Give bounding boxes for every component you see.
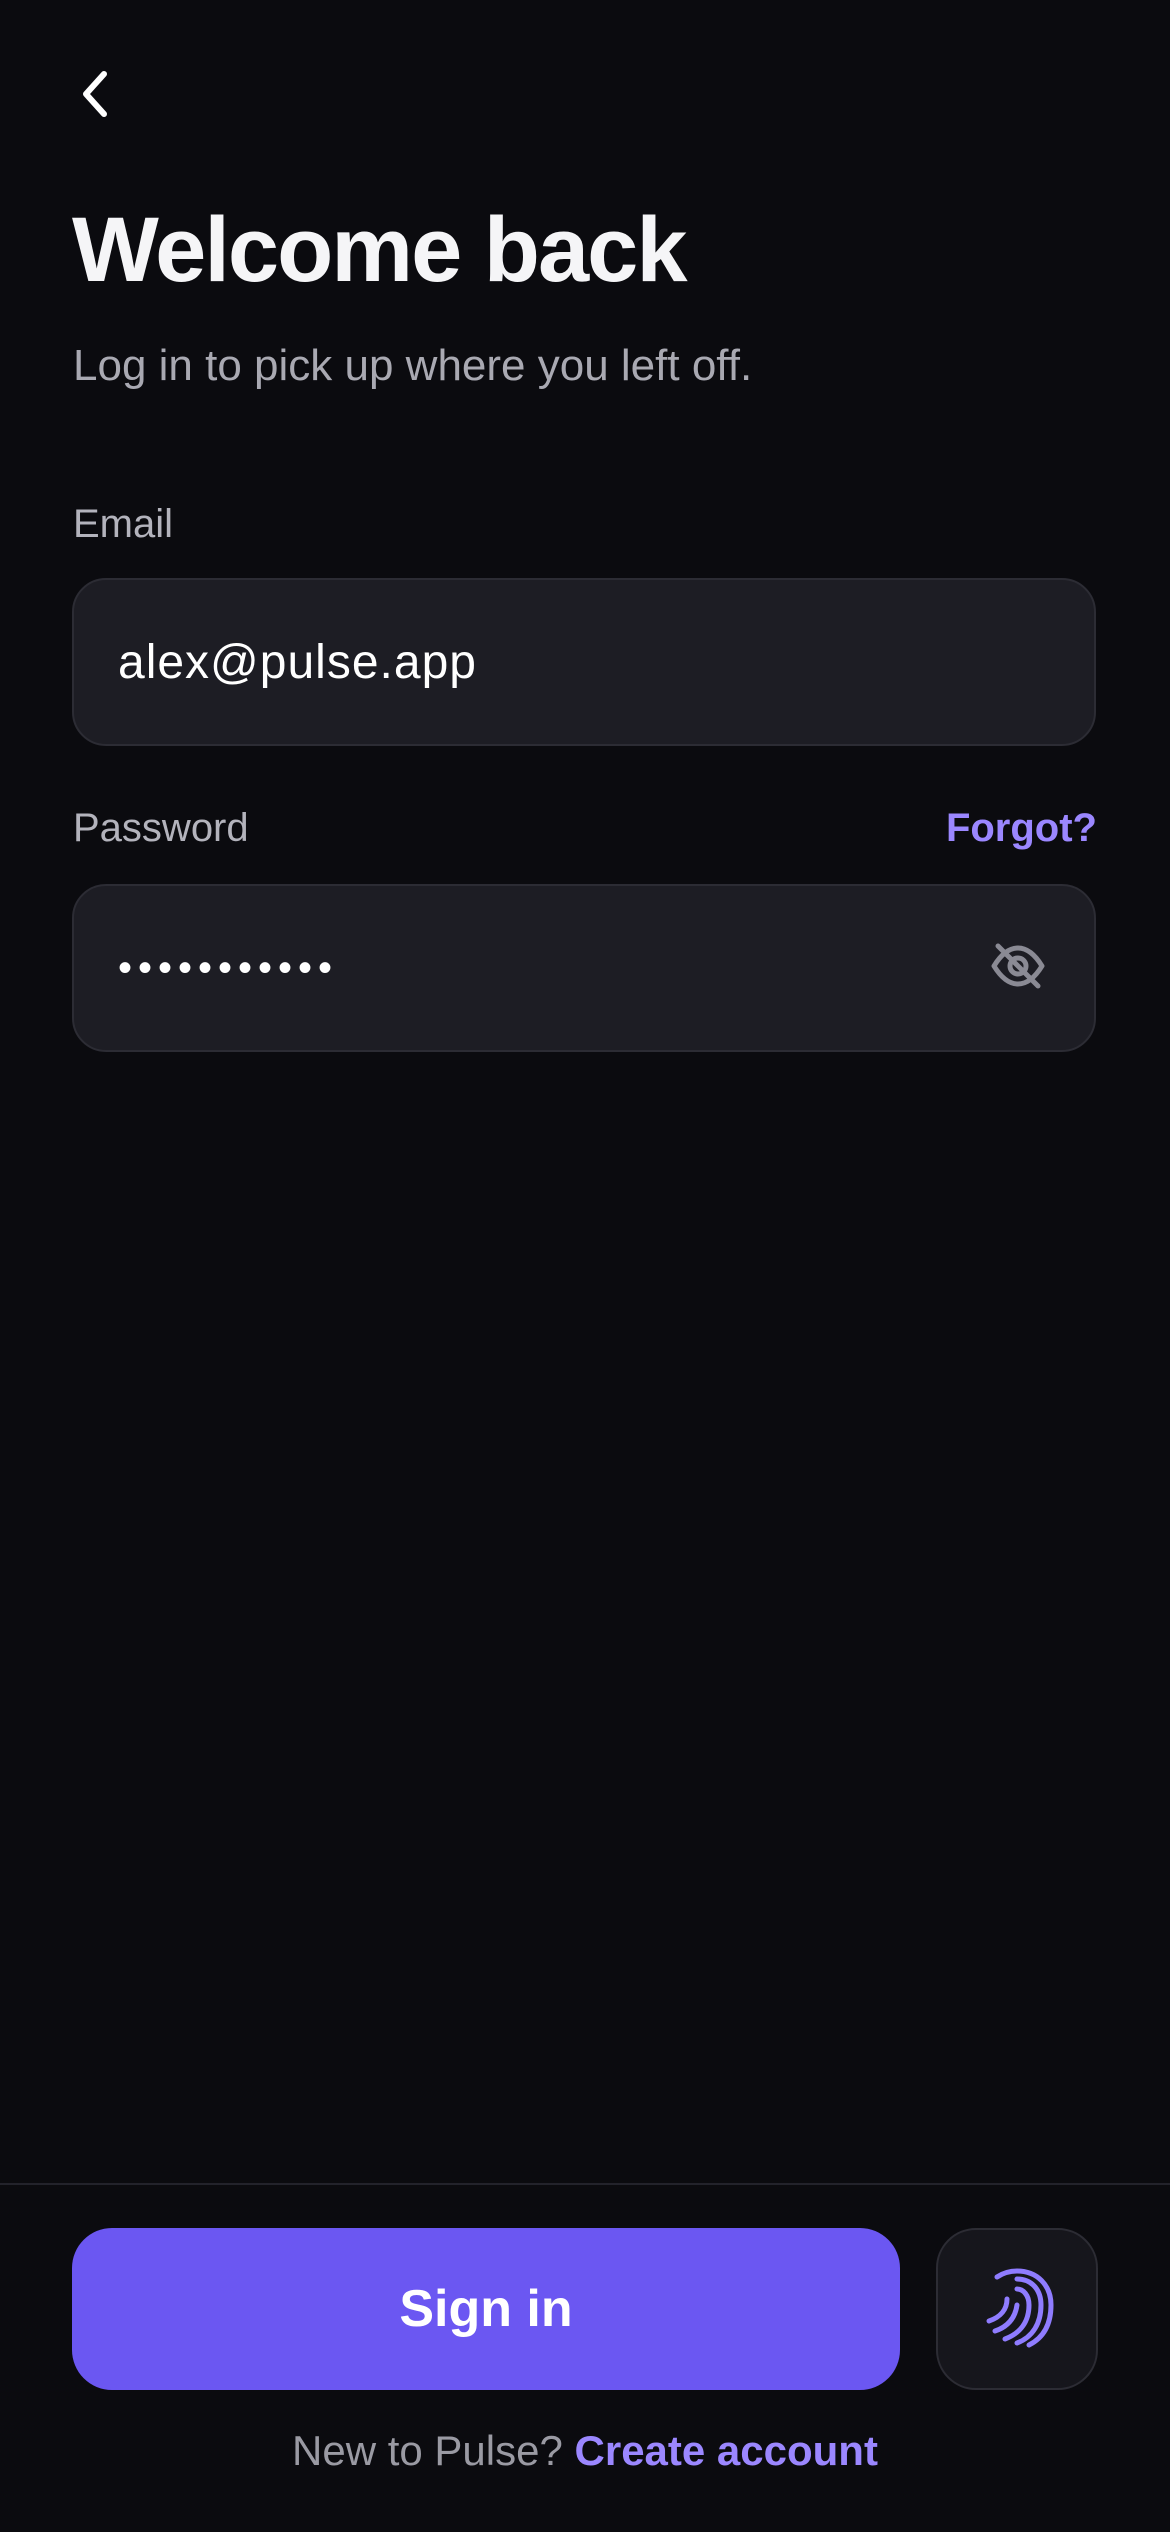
footer-signup-prompt: New to Pulse? Create account — [0, 2427, 1170, 2475]
footer-prompt-text: New to Pulse? — [292, 2427, 563, 2474]
footer-divider — [0, 2183, 1170, 2185]
password-value: ••••••••••• — [118, 945, 339, 990]
password-field[interactable]: ••••••••••• — [72, 884, 1096, 1052]
password-label: Password — [73, 806, 249, 850]
email-value: alex@pulse.app — [118, 635, 477, 689]
eye-off-icon — [988, 936, 1048, 1001]
email-field[interactable]: alex@pulse.app — [72, 578, 1096, 746]
forgot-password-link[interactable]: Forgot? — [946, 806, 1097, 851]
page-subtitle: Log in to pick up where you left off. — [73, 341, 753, 390]
page-title: Welcome back — [72, 199, 687, 301]
email-label: Email — [73, 502, 174, 546]
back-button[interactable] — [64, 64, 128, 128]
toggle-password-visibility-button[interactable] — [986, 936, 1050, 1000]
fingerprint-icon — [975, 2265, 1059, 2354]
biometric-login-button[interactable] — [936, 2228, 1098, 2390]
chevron-left-icon — [76, 66, 116, 127]
create-account-link[interactable]: Create account — [575, 2427, 878, 2474]
sign-in-button[interactable]: Sign in — [72, 2228, 900, 2390]
